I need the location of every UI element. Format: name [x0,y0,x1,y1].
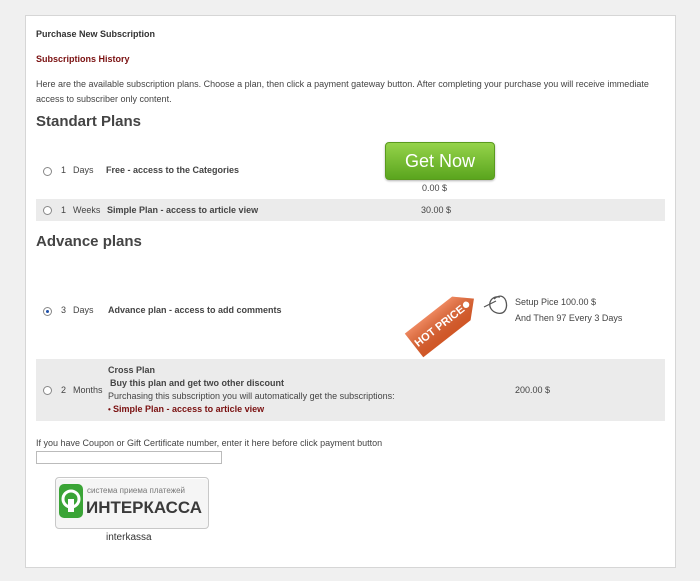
plan-row[interactable]: 1 Weeks Simple Plan - access to article … [36,199,665,221]
plan-row[interactable]: 2 Months Cross Plan Buy this plan and ge… [36,359,665,421]
plan-name: Cross Plan [108,365,156,375]
interkassa-payment-button[interactable]: система приема платежей ИНТЕРКАССА [55,477,209,529]
plan-duration-unit: Days [73,305,94,315]
coupon-input[interactable] [36,451,222,464]
subscriptions-history-link[interactable]: Subscriptions History [36,54,130,64]
plan-duration-qty: 1 [61,205,67,215]
plan-setup-price: Setup Pice 100.00 $ [515,297,597,307]
included-plan-name: Simple Plan - access to article view [113,404,265,414]
intro-text: Here are the available subscription plan… [36,79,649,104]
interkassa-logo-icon: система приема платежей ИНТЕРКАССА [59,484,202,518]
plan-name: Simple Plan - access to article view [107,205,259,215]
subscription-panel: Purchase New Subscription Subscriptions … [25,15,676,568]
plan-row[interactable]: 1 Days Free - access to the Categories [36,161,665,181]
plan-duration-unit: Days [73,165,94,175]
plan-price: 0.00 $ [422,183,448,193]
plan-price: 200.00 $ [515,385,551,395]
interkassa-label: interkassa [106,532,152,543]
advance-plans-heading: Advance plans [36,233,142,250]
plan-radio-selected[interactable] [43,307,52,316]
plan-duration-qty: 2 [61,385,67,395]
interkassa-tagline: система приема платежей [87,486,185,495]
plan-duration-qty: 3 [61,305,67,315]
get-now-button[interactable]: Get Now [385,142,495,180]
plan-recurring-price: And Then 97 Every 3 Days [515,313,623,323]
plan-subtitle: Buy this plan and get two other discount [110,378,285,388]
plan-note: Purchasing this subscription you will au… [108,391,395,401]
plan-name: Advance plan - access to add comments [108,305,282,315]
plan-name: Free - access to the Categories [106,165,240,175]
standard-plans-heading: Standart Plans [36,113,142,130]
plan-price: 30.00 $ [421,205,452,215]
plan-radio[interactable] [43,167,52,176]
coupon-label: If you have Coupon or Gift Certificate n… [36,438,383,448]
included-plan-item: • Simple Plan - access to article view [108,404,264,414]
plan-duration-qty: 1 [61,165,67,175]
plan-radio[interactable] [43,206,52,215]
plan-radio[interactable] [43,386,52,395]
interkassa-wordmark: ИНТЕРКАССА [86,498,202,517]
page-title: Purchase New Subscription [36,29,156,39]
hot-price-tag-icon: HOT PRICE [404,295,508,358]
plan-duration-unit: Weeks [73,205,101,215]
plan-duration-unit: Months [73,385,103,395]
